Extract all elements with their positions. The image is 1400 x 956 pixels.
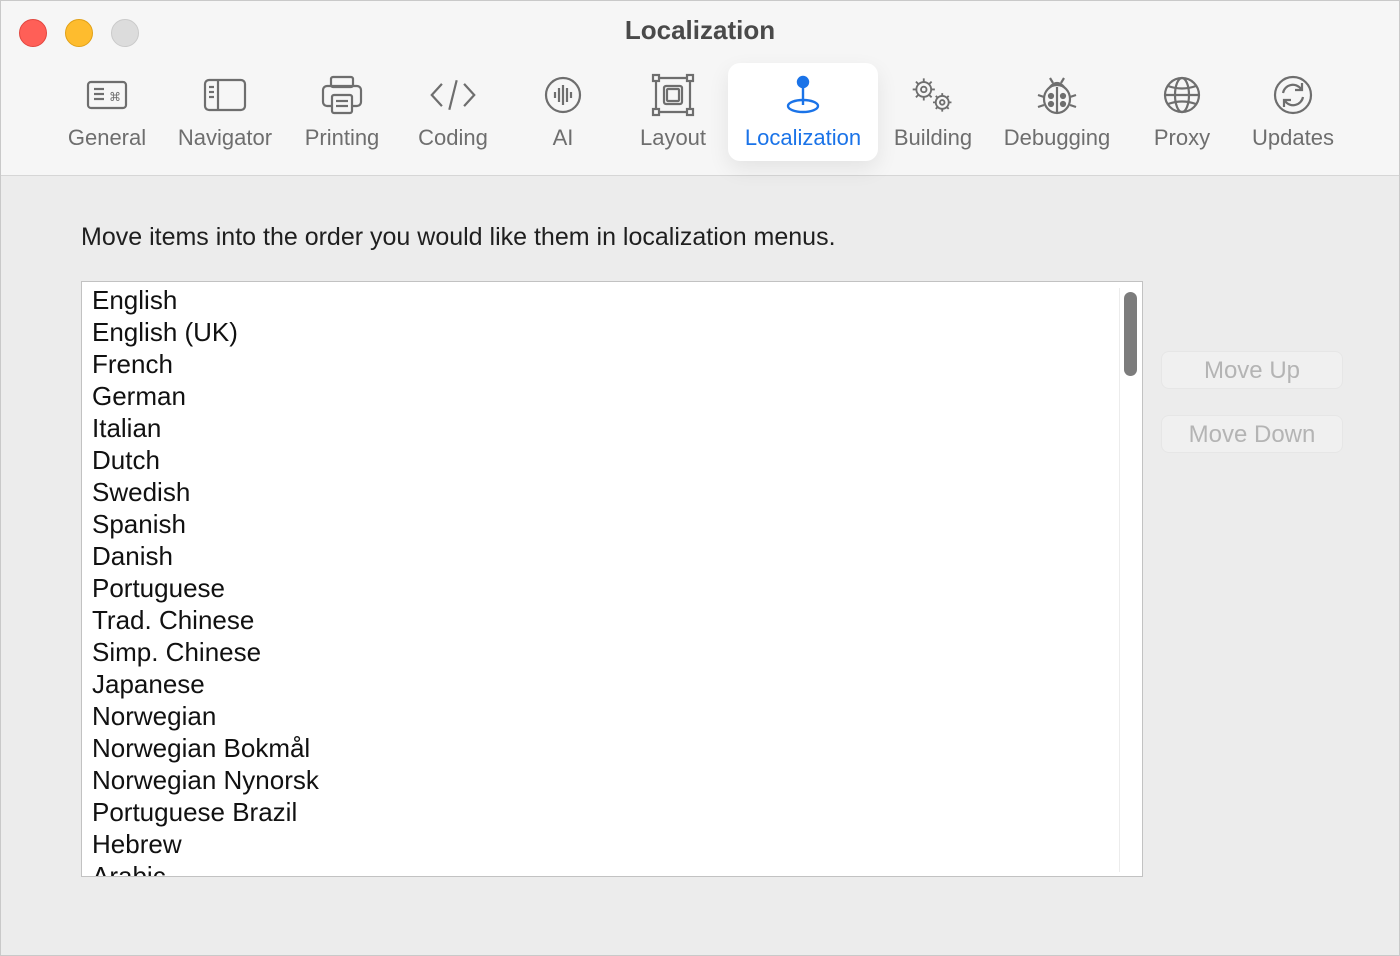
list-item[interactable]: Arabic: [82, 858, 1112, 876]
title-bar: Localization ⌘ General Navigator Printin…: [1, 1, 1399, 176]
preferences-window: Localization ⌘ General Navigator Printin…: [0, 0, 1400, 956]
tab-layout[interactable]: Layout: [631, 63, 715, 161]
tab-printing[interactable]: Printing: [297, 63, 387, 161]
tab-updates-label: Updates: [1252, 125, 1334, 150]
tab-ai-label: AI: [552, 125, 574, 150]
tab-layout-label: Layout: [639, 125, 707, 150]
refresh-icon: [1269, 71, 1317, 119]
list-item[interactable]: English (UK): [82, 314, 1112, 347]
printer-icon: [318, 71, 366, 119]
tab-proxy-label: Proxy: [1153, 125, 1211, 150]
tab-updates[interactable]: Updates: [1243, 63, 1343, 161]
localization-pane: Move items into the order you would like…: [1, 177, 1399, 955]
language-list[interactable]: English English (UK) French German Italian Du…: [81, 281, 1143, 877]
waveform-icon: [539, 71, 587, 119]
tab-building[interactable]: Building: [887, 63, 979, 161]
list-item[interactable]: Norwegian Nynorsk: [82, 762, 1112, 795]
list-item[interactable]: Portuguese Brazil: [82, 794, 1112, 827]
svg-text:⌘: ⌘: [109, 90, 121, 104]
list-item[interactable]: Dutch: [82, 442, 1112, 475]
ladybug-icon: [1033, 71, 1081, 119]
tab-general[interactable]: ⌘ General: [63, 63, 151, 161]
tab-coding[interactable]: Coding: [409, 63, 497, 161]
tab-coding-label: Coding: [418, 125, 488, 150]
sidebar-icon: [201, 71, 249, 119]
list-item[interactable]: Norwegian Bokmål: [82, 730, 1112, 763]
code-brackets-icon: [429, 71, 477, 119]
scrollbar[interactable]: [1119, 288, 1137, 872]
tab-building-label: Building: [893, 125, 973, 150]
tab-navigator[interactable]: Navigator: [171, 63, 279, 161]
layout-frame-icon: [649, 71, 697, 119]
tab-ai[interactable]: AI: [529, 63, 597, 161]
list-item[interactable]: Spanish: [82, 506, 1112, 539]
move-up-button[interactable]: Move Up: [1161, 351, 1343, 389]
instructions-text: Move items into the order you would like…: [81, 223, 836, 251]
preferences-toolbar: ⌘ General Navigator Printing Coding AI L…: [1, 63, 1399, 163]
list-item[interactable]: English: [82, 282, 1112, 315]
tab-debugging-label: Debugging: [1003, 125, 1111, 150]
tab-printing-label: Printing: [304, 125, 380, 150]
language-list-items: English English (UK) French German Italian Du…: [82, 282, 1112, 876]
move-down-button[interactable]: Move Down: [1161, 415, 1343, 453]
tab-proxy[interactable]: Proxy: [1145, 63, 1219, 161]
list-item[interactable]: Trad. Chinese: [82, 602, 1112, 635]
list-item[interactable]: French: [82, 346, 1112, 379]
window-title: Localization: [624, 15, 776, 45]
list-item[interactable]: Portuguese: [82, 570, 1112, 603]
list-item[interactable]: Danish: [82, 538, 1112, 571]
map-pin-icon: [779, 71, 827, 119]
tab-general-label: General: [67, 125, 147, 150]
list-item[interactable]: German: [82, 378, 1112, 411]
gears-icon: [909, 71, 957, 119]
keyboard-icon: ⌘: [83, 71, 131, 119]
list-item[interactable]: Italian: [82, 410, 1112, 443]
tab-localization[interactable]: Localization: [728, 63, 878, 161]
scrollbar-thumb[interactable]: [1124, 292, 1137, 376]
tab-navigator-label: Navigator: [177, 125, 273, 150]
tab-debugging[interactable]: Debugging: [995, 63, 1119, 161]
list-item[interactable]: Japanese: [82, 666, 1112, 699]
list-item[interactable]: Hebrew: [82, 826, 1112, 859]
tab-localization-label: Localization: [744, 125, 862, 150]
list-item[interactable]: Norwegian: [82, 698, 1112, 731]
list-item[interactable]: Swedish: [82, 474, 1112, 507]
globe-icon: [1158, 71, 1206, 119]
list-item[interactable]: Simp. Chinese: [82, 634, 1112, 667]
